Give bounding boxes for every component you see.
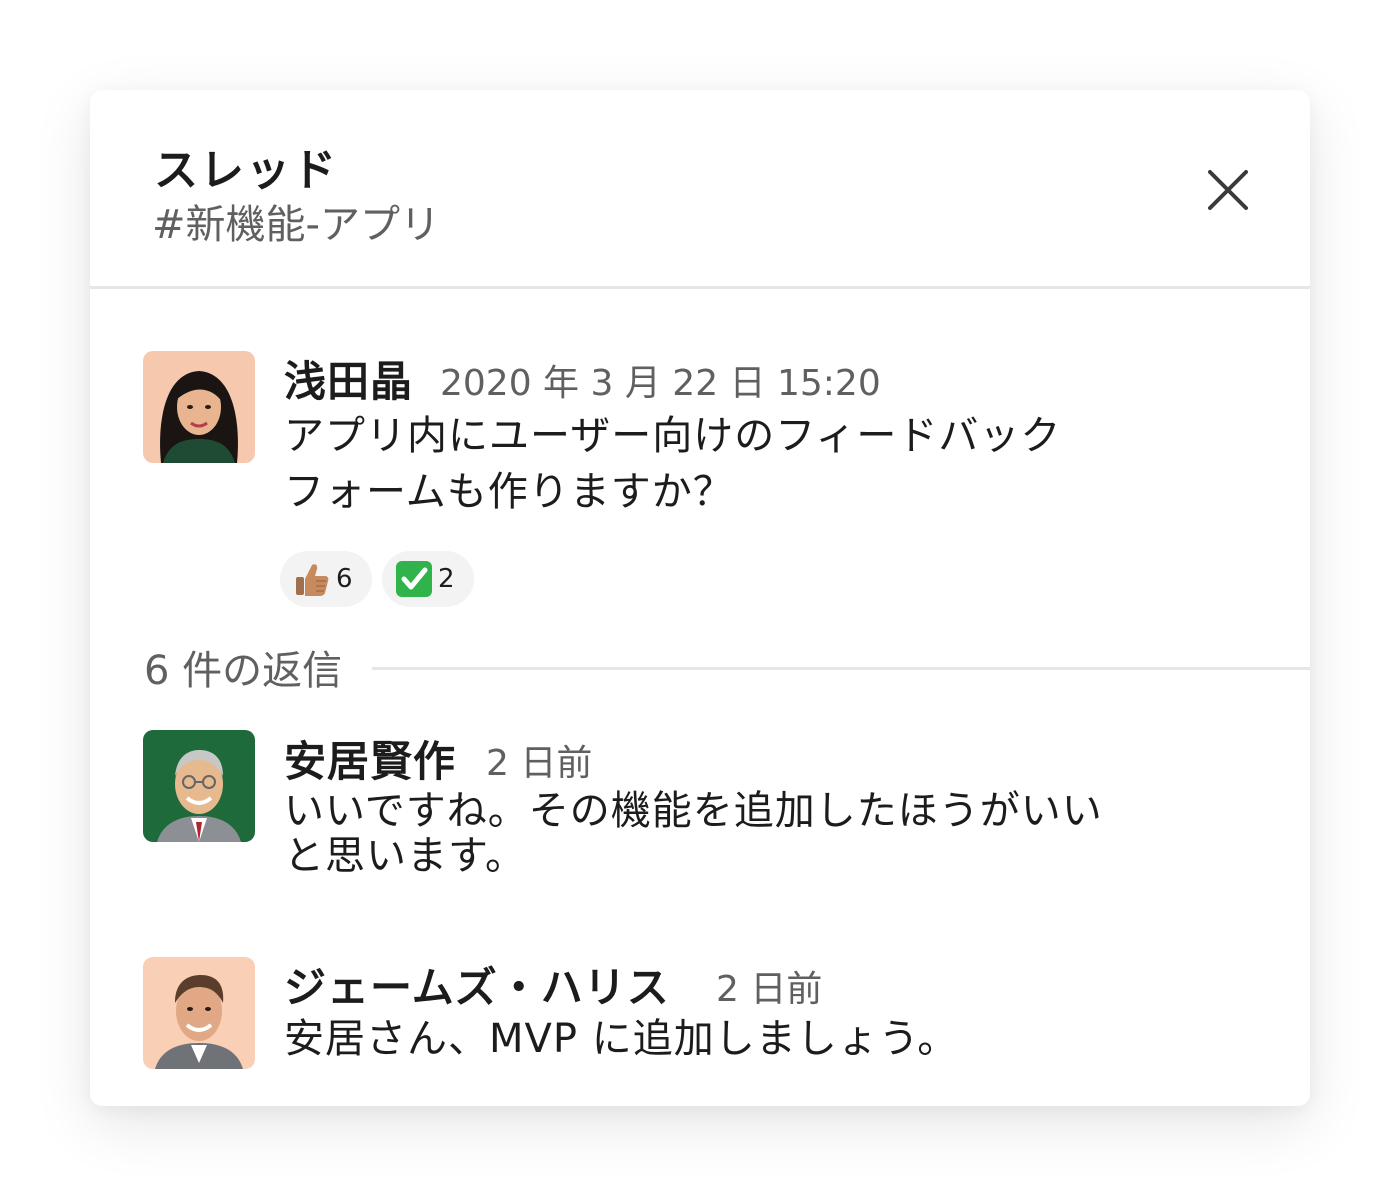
close-icon (1208, 170, 1248, 210)
thread-panel: スレッド #新機能-アプリ 浅田晶 2020 年 3 月 22 日 15:20 … (90, 90, 1310, 1106)
close-button[interactable] (1200, 162, 1256, 218)
avatar[interactable] (143, 730, 255, 842)
avatar[interactable] (143, 351, 255, 463)
check-mark-icon (394, 559, 434, 599)
reply-count-label: 6 件の返信 (144, 648, 343, 694)
reaction-check-mark[interactable]: 2 (382, 551, 474, 607)
message-text-line-2: と思います。 (284, 833, 526, 879)
message-text-line-2: フォームも作りますか？ (284, 469, 734, 515)
stage: スレッド #新機能-アプリ 浅田晶 2020 年 3 月 22 日 15:20 … (0, 0, 1400, 1196)
message-timestamp[interactable]: 2020 年 3 月 22 日 15:20 (440, 354, 881, 406)
thread-title: スレッド (154, 145, 338, 196)
reaction-count: 2 (438, 564, 455, 594)
thumbs-up-icon (292, 559, 332, 599)
message-text-line-1: 安居さん、MVP に追加しましょう。 (284, 1016, 959, 1062)
avatar[interactable] (143, 957, 255, 1069)
message-text-line-1: アプリ内にユーザー向けのフィードバック (284, 413, 1062, 459)
channel-name: #新機能-アプリ (152, 202, 440, 248)
message-timestamp[interactable]: 2 日前 (486, 734, 592, 786)
reaction-thumbs-up[interactable]: 6 (280, 551, 372, 607)
message-author[interactable]: 安居賢作 (284, 728, 456, 789)
message-author[interactable]: 浅田晶 (284, 348, 413, 409)
reaction-count: 6 (336, 564, 353, 594)
replies-divider (372, 667, 1310, 670)
message-author[interactable]: ジェームズ・ハリス (284, 954, 670, 1015)
message-timestamp[interactable]: 2 日前 (716, 960, 822, 1012)
thread-header: スレッド #新機能-アプリ (90, 90, 1310, 289)
